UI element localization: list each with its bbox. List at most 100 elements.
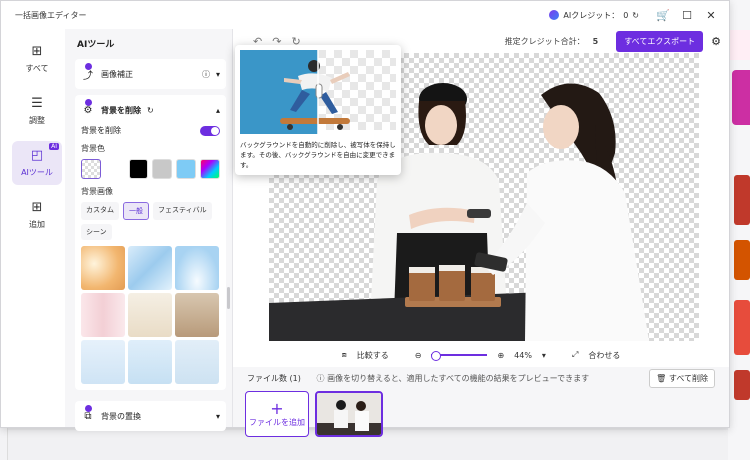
ai-mini-badge [85,99,92,106]
swatch-custom[interactable] [200,159,220,179]
rail-item-all[interactable]: ⊞ すべて [12,37,62,81]
zoom-value[interactable]: 44% [514,351,532,360]
enhance-card[interactable]: ⤴ 画像補正 ⓘ ▾ [75,59,226,89]
left-rail: ⊞ すべて ☰ 調整 AI ◰ AIツール ⊞ 追加 [9,29,65,427]
tooltip-description: バックグラウンドを自動的に削除し、被写体を保持します。その後、バックグラウンドを… [240,141,396,169]
background-thumb [732,70,750,125]
file-thumbnail[interactable] [315,391,383,437]
category-scene[interactable]: シーン [81,224,112,240]
ai-badge: AI [49,143,59,150]
background-thumb [734,300,750,355]
remove-bg-tooltip: バックグラウンドを自動的に削除し、被写体を保持します。その後、バックグラウンドを… [235,45,401,175]
rail-item-ai-tools[interactable]: AI ◰ AIツール [12,141,62,185]
ai-credit[interactable]: AIクレジット： 0 ↻ [549,10,639,21]
add-file-button[interactable]: + ファイルを追加 [245,391,309,437]
file-strip: + ファイルを追加 [233,389,729,437]
estimated-credits-value: 5 [592,36,599,46]
swatch-transparent[interactable] [81,159,101,179]
panel-title: AIツール [77,40,115,50]
category-general[interactable]: 一般 [123,202,149,220]
switch-hint-text: 画像を切り替えると、適用したすべての機能の結果をプレビューできます [327,373,590,383]
credit-label: AIクレジット： [563,10,620,20]
rail-item-label: すべて [25,63,49,73]
ai-icon: ◰ [30,147,44,163]
switch-hint: ⓘ 画像を切り替えると、適用したすべての機能の結果をプレビューできます [316,373,590,383]
bg-image-label: 背景画像 [81,187,113,196]
export-all-button[interactable]: すべてエクスポート [616,30,704,52]
replace-bg-label: 背景の置換 [101,411,141,421]
remove-bg-toggle[interactable] [200,125,220,136]
bg-color-swatches [81,159,220,179]
close-icon[interactable]: ✕ [701,5,721,25]
fit-button[interactable]: 合わせる [588,350,620,361]
bg-thumb[interactable] [128,340,172,384]
zoom-slider[interactable] [431,351,488,361]
replace-bg-icon: ⧉ [84,410,92,422]
background-thumb [734,370,750,400]
tooltip-preview-image [240,50,396,134]
background-thumb [734,175,750,225]
rail-item-label: AIツール [21,167,53,177]
bg-thumb[interactable] [175,293,219,337]
zoom-out-icon[interactable]: ⊖ [415,351,422,360]
cart-icon[interactable]: 🛒 [653,5,673,25]
compare-button[interactable]: 比較する [357,350,389,361]
file-count: ファイル数 (1) [247,373,301,383]
category-festival[interactable]: フェスティバル [153,202,212,220]
rail-item-add[interactable]: ⊞ 追加 [12,193,62,237]
ai-tools-panel: AIツール ⤴ 画像補正 ⓘ ▾ ⚙ 背景を削除 ↻ ▴ 背景を削除 背景色 背… [65,29,233,431]
compare-icon[interactable]: ⧈ [342,350,347,360]
bg-thumb[interactable] [175,246,219,290]
swatch-gray[interactable] [152,159,173,179]
bg-thumb[interactable] [81,246,125,290]
estimated-credits: 推定クレジット合計： 5 [505,36,599,47]
window-title: 一括画像エディター [15,10,87,20]
maximize-icon[interactable]: ☐ [677,5,697,25]
chevron-down-icon[interactable]: ▾ [542,351,546,360]
ai-mini-badge [85,405,92,412]
remove-bg-toggle-label: 背景を削除 [81,126,121,135]
category-custom[interactable]: カスタム [81,202,119,220]
remove-bg-card: ⚙ 背景を削除 ↻ ▴ 背景を削除 背景色 背景画像 カスタム 一般 フェスティ… [75,95,226,390]
rail-item-adjust[interactable]: ☰ 調整 [12,89,62,133]
swatch-blue[interactable] [176,159,197,179]
panel-scrollbar[interactable] [227,287,230,309]
replace-bg-card[interactable]: ⧉ 背景の置換 ▾ [75,401,226,431]
remove-bg-label: 背景を削除 [101,105,141,115]
info-icon[interactable]: ⓘ [202,69,210,80]
credit-value: 0 [623,10,629,20]
bg-thumb[interactable] [128,246,172,290]
zoom-in-icon[interactable]: ⊕ [497,351,504,360]
bg-thumb[interactable] [175,340,219,384]
background-app-right [728,0,750,460]
enhance-label: 画像補正 [101,69,133,79]
chevron-down-icon[interactable]: ▾ [216,412,220,421]
title-bar: 一括画像エディター AIクレジット： 0 ↻ 🛒 ☐ ✕ [1,1,729,29]
reset-icon[interactable]: ↻ [147,106,154,115]
plus-icon: + [270,398,284,418]
bg-thumb[interactable] [128,293,172,337]
swatch-black[interactable] [128,159,149,179]
refresh-icon[interactable]: ↻ [632,11,639,20]
fit-icon[interactable]: ⤢ [572,350,578,360]
background-banner [730,30,750,60]
bg-image-categories: カスタム 一般 フェスティバル シーン [81,202,220,240]
plus-square-icon: ⊞ [31,199,43,215]
swatch-white[interactable] [104,159,125,179]
files-bar: ファイル数 (1) ⓘ 画像を切り替えると、適用したすべての機能の結果をプレビュ… [233,367,729,389]
bg-thumb[interactable] [81,340,125,384]
ai-mini-badge [85,63,92,70]
bg-color-label: 背景色 [81,144,105,153]
add-file-label: ファイルを追加 [249,417,305,427]
estimated-credits-label: 推定クレジット合計： [504,36,585,46]
preview-toolbar: ⧈ 比較する ⊖ ⊕ 44% ▾ ⤢ 合わせる [233,345,729,365]
gear-icon[interactable]: ⚙ [711,35,721,48]
bg-thumb[interactable] [81,293,125,337]
rail-item-label: 調整 [29,115,45,125]
batch-editor-window: 一括画像エディター AIクレジット： 0 ↻ 🛒 ☐ ✕ ⊞ すべて ☰ 調整 … [0,0,730,437]
chevron-down-icon[interactable]: ▾ [216,70,220,79]
grid-icon: ⊞ [31,43,43,59]
chevron-up-icon[interactable]: ▴ [216,106,220,115]
delete-all-button[interactable]: 🗑 すべて削除 [649,368,715,388]
rail-item-label: 追加 [29,219,45,229]
